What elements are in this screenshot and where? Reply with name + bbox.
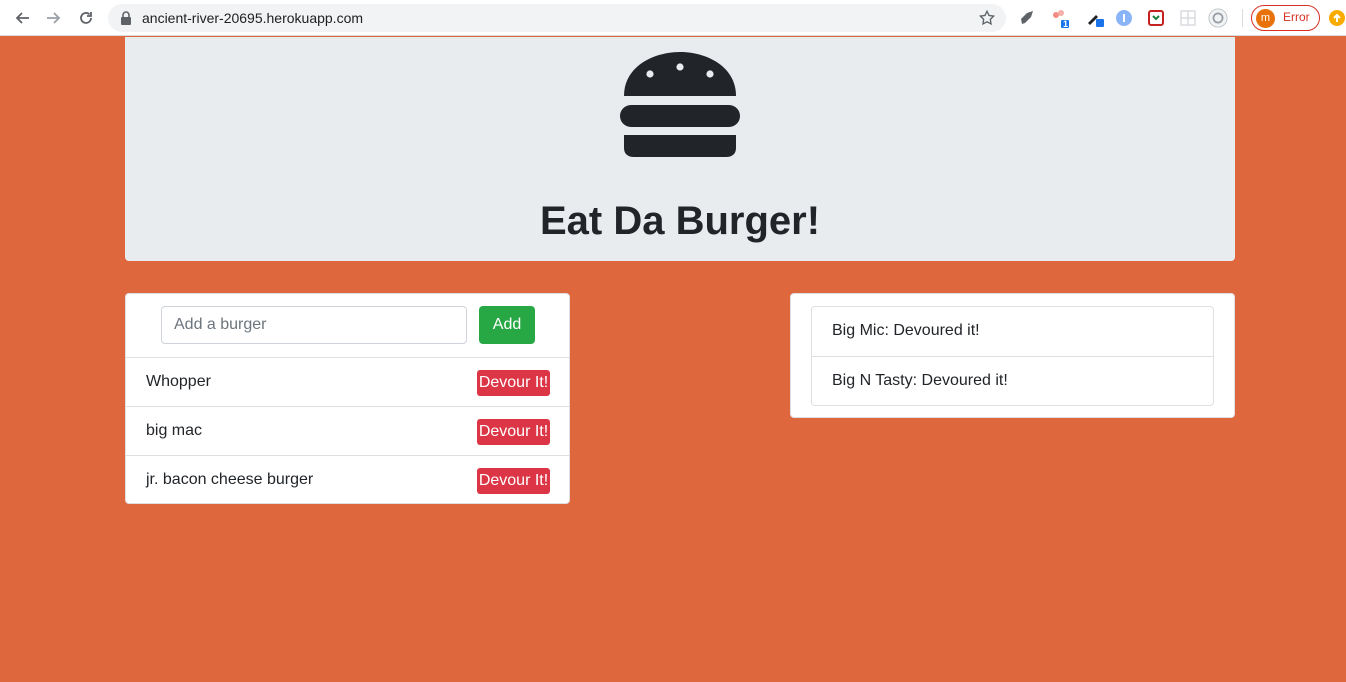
burger-name-input[interactable] xyxy=(161,306,467,344)
devoured-burgers-card: Big Mic: Devoured it! Big N Tasty: Devou… xyxy=(790,293,1235,418)
hamburger-icon xyxy=(620,52,740,157)
devour-button[interactable]: Devour It! xyxy=(477,419,550,445)
burger-name: big mac xyxy=(146,422,203,439)
list-item: Whopper Devour It! xyxy=(126,357,569,406)
forward-arrow-icon xyxy=(47,12,61,24)
add-button[interactable]: Add xyxy=(479,306,535,344)
list-item: big mac Devour It! xyxy=(126,406,569,455)
devoured-burger-label: Big N Tasty: Devoured it! xyxy=(832,372,1008,389)
avatar: m xyxy=(1256,9,1275,28)
back-arrow-icon xyxy=(15,12,29,24)
uneaten-burger-list: Whopper Devour It! big mac Devour It! jr… xyxy=(126,357,569,504)
info-extension-icon[interactable] xyxy=(1114,8,1134,28)
pocket-extension-icon[interactable] xyxy=(1146,8,1166,28)
list-item: jr. bacon cheese burger Devour It! xyxy=(126,455,569,504)
reload-icon xyxy=(80,12,92,24)
page-title: Eat Da Burger! xyxy=(539,199,821,243)
uneaten-burgers-card: Add Whopper Devour It! big mac Devour It… xyxy=(125,293,570,504)
rocket-extension-icon[interactable] xyxy=(1018,8,1038,28)
devoured-burger-label: Big Mic: Devoured it! xyxy=(832,322,980,339)
jumbotron-header: Eat Da Burger! xyxy=(125,37,1235,261)
devoured-burger-list: Big Mic: Devoured it! Big N Tasty: Devou… xyxy=(811,306,1214,406)
toolbar-divider xyxy=(1242,9,1243,27)
extension-badge: 1 xyxy=(1063,19,1069,29)
forward-button[interactable] xyxy=(42,6,66,30)
profile-status: Error xyxy=(1283,10,1310,24)
devour-button[interactable]: Devour It! xyxy=(477,370,550,396)
target-extension-icon[interactable] xyxy=(1208,8,1228,28)
list-item: Big N Tasty: Devoured it! xyxy=(812,356,1213,405)
grid-extension-icon[interactable] xyxy=(1178,8,1198,28)
address-bar[interactable]: ancient-river-20695.herokuapp.com xyxy=(108,4,1006,32)
list-item: Big Mic: Devoured it! xyxy=(812,307,1213,356)
bookmark-star-icon[interactable] xyxy=(978,9,996,27)
reload-button[interactable] xyxy=(74,6,98,30)
update-icon[interactable] xyxy=(1327,8,1346,28)
burger-name: jr. bacon cheese burger xyxy=(146,471,314,488)
back-button[interactable] xyxy=(10,6,34,30)
burger-name: Whopper xyxy=(146,373,211,390)
puzzle-extension-icon[interactable]: 1 xyxy=(1050,8,1070,29)
add-burger-form: Add xyxy=(126,294,571,357)
eyedropper-extension-icon[interactable] xyxy=(1085,8,1105,28)
url-text[interactable]: ancient-river-20695.herokuapp.com xyxy=(142,10,363,26)
devour-button[interactable]: Devour It! xyxy=(477,468,550,494)
browser-toolbar: ancient-river-20695.herokuapp.com 1 m Er… xyxy=(0,0,1346,36)
lock-icon xyxy=(121,11,131,25)
profile-button[interactable]: m Error xyxy=(1251,5,1320,31)
